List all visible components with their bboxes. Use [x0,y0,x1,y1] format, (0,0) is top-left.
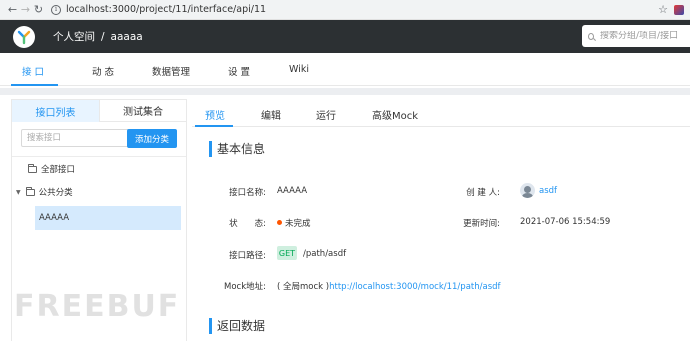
tab-preview[interactable]: 预览 [205,107,225,122]
breadcrumb-separator: / [101,30,105,43]
folder-open-icon [25,186,35,196]
field-label-name: 接口名称: [229,188,266,198]
app-header: 个人空间 / aaaaa [0,20,690,53]
status-text: 未完成 [285,219,311,229]
field-value-path: /path/asdf [303,249,347,259]
address-bar[interactable]: localhost:3000/project/11/interface/api/… [66,4,652,15]
interface-search-input[interactable] [21,129,129,147]
tab-edit[interactable]: 编辑 [261,107,281,122]
field-value-name: AAAAA [277,186,308,196]
field-label-creator: 创 建 人: [466,188,500,198]
field-value-updated: 2021-07-06 15:54:59 [520,217,611,227]
reload-icon[interactable]: ↻ [32,3,45,16]
tab-interface[interactable]: 接 口 [22,64,44,78]
tab-advanced-mock[interactable]: 高级Mock [372,107,418,122]
forward-arrow-icon[interactable]: → [19,3,32,16]
interface-sidebar: 接口列表 测试集合 添加分类 全部接口 ▼ 公共分类 AAAAA [11,99,187,341]
section-title-return-data: 返回数据 [209,318,265,334]
field-label-mock: Mock地址: [224,282,266,292]
tab-activity[interactable]: 动 态 [92,64,114,78]
detail-tabs: 预览 编辑 运行 高级Mock [192,99,690,127]
global-search[interactable] [582,25,690,47]
tab-interface-list[interactable]: 接口列表 [12,100,99,122]
mock-url-link[interactable]: http://localhost:3000/mock/11/path/asdf [329,282,500,292]
extension-icon[interactable] [674,4,684,15]
content-gap [0,88,690,95]
back-arrow-icon[interactable]: ← [6,3,19,16]
global-search-input[interactable] [600,31,690,41]
field-label-updated: 更新时间: [463,219,500,229]
tree-item-interface-selected[interactable]: AAAAA [35,206,181,230]
tab-settings[interactable]: 设 置 [228,64,250,78]
tab-data-management[interactable]: 数据管理 [152,64,190,78]
breadcrumb-space[interactable]: 个人空间 [53,29,95,44]
field-label-path: 接口路径: [229,251,266,261]
tree-item-label: 全部接口 [41,165,76,175]
tree-item-label: AAAAA [39,213,70,223]
tab-wiki[interactable]: Wiki [289,64,309,75]
sidebar-divider [12,156,186,157]
search-icon [588,32,594,40]
browser-toolbar: ← → ↻ i localhost:3000/project/11/interf… [0,0,690,20]
sidebar-tabs: 接口列表 测试集合 [12,100,186,122]
tree-item-public-category[interactable]: ▼ 公共分类 [16,186,73,198]
caret-down-icon[interactable]: ▼ [16,189,21,196]
add-category-button[interactable]: 添加分类 [127,129,177,148]
breadcrumb-project[interactable]: aaaaa [111,31,143,43]
mock-prefix: ( 全局mock ) [277,282,330,292]
interface-detail: 预览 编辑 运行 高级Mock 基本信息 接口名称: AAAAA 创 建 人: … [192,99,690,341]
tab-test-collection[interactable]: 测试集合 [99,100,186,122]
bookmark-star-icon[interactable]: ☆ [658,3,668,16]
tab-active-indicator [195,125,233,127]
info-icon[interactable]: i [51,4,61,15]
field-value-status: 未完成 [277,217,311,229]
tree-item-all-interfaces[interactable]: 全部接口 [28,163,75,175]
tab-run[interactable]: 运行 [316,107,336,122]
tab-active-indicator [11,84,58,86]
project-tabs: 接 口 动 态 数据管理 设 置 Wiki [0,53,690,86]
yapi-logo-icon[interactable] [13,25,35,48]
folder-icon [28,163,37,173]
avatar[interactable] [520,183,535,198]
status-dot-icon [277,220,282,225]
field-label-status: 状 态: [229,219,266,229]
tree-item-label: 公共分类 [38,188,73,198]
method-badge: GET [277,246,297,260]
section-title-basic-info: 基本信息 [209,141,265,157]
field-value-mock: ( 全局mock )http://localhost:3000/mock/11/… [277,280,501,292]
creator-link[interactable]: asdf [539,186,557,196]
